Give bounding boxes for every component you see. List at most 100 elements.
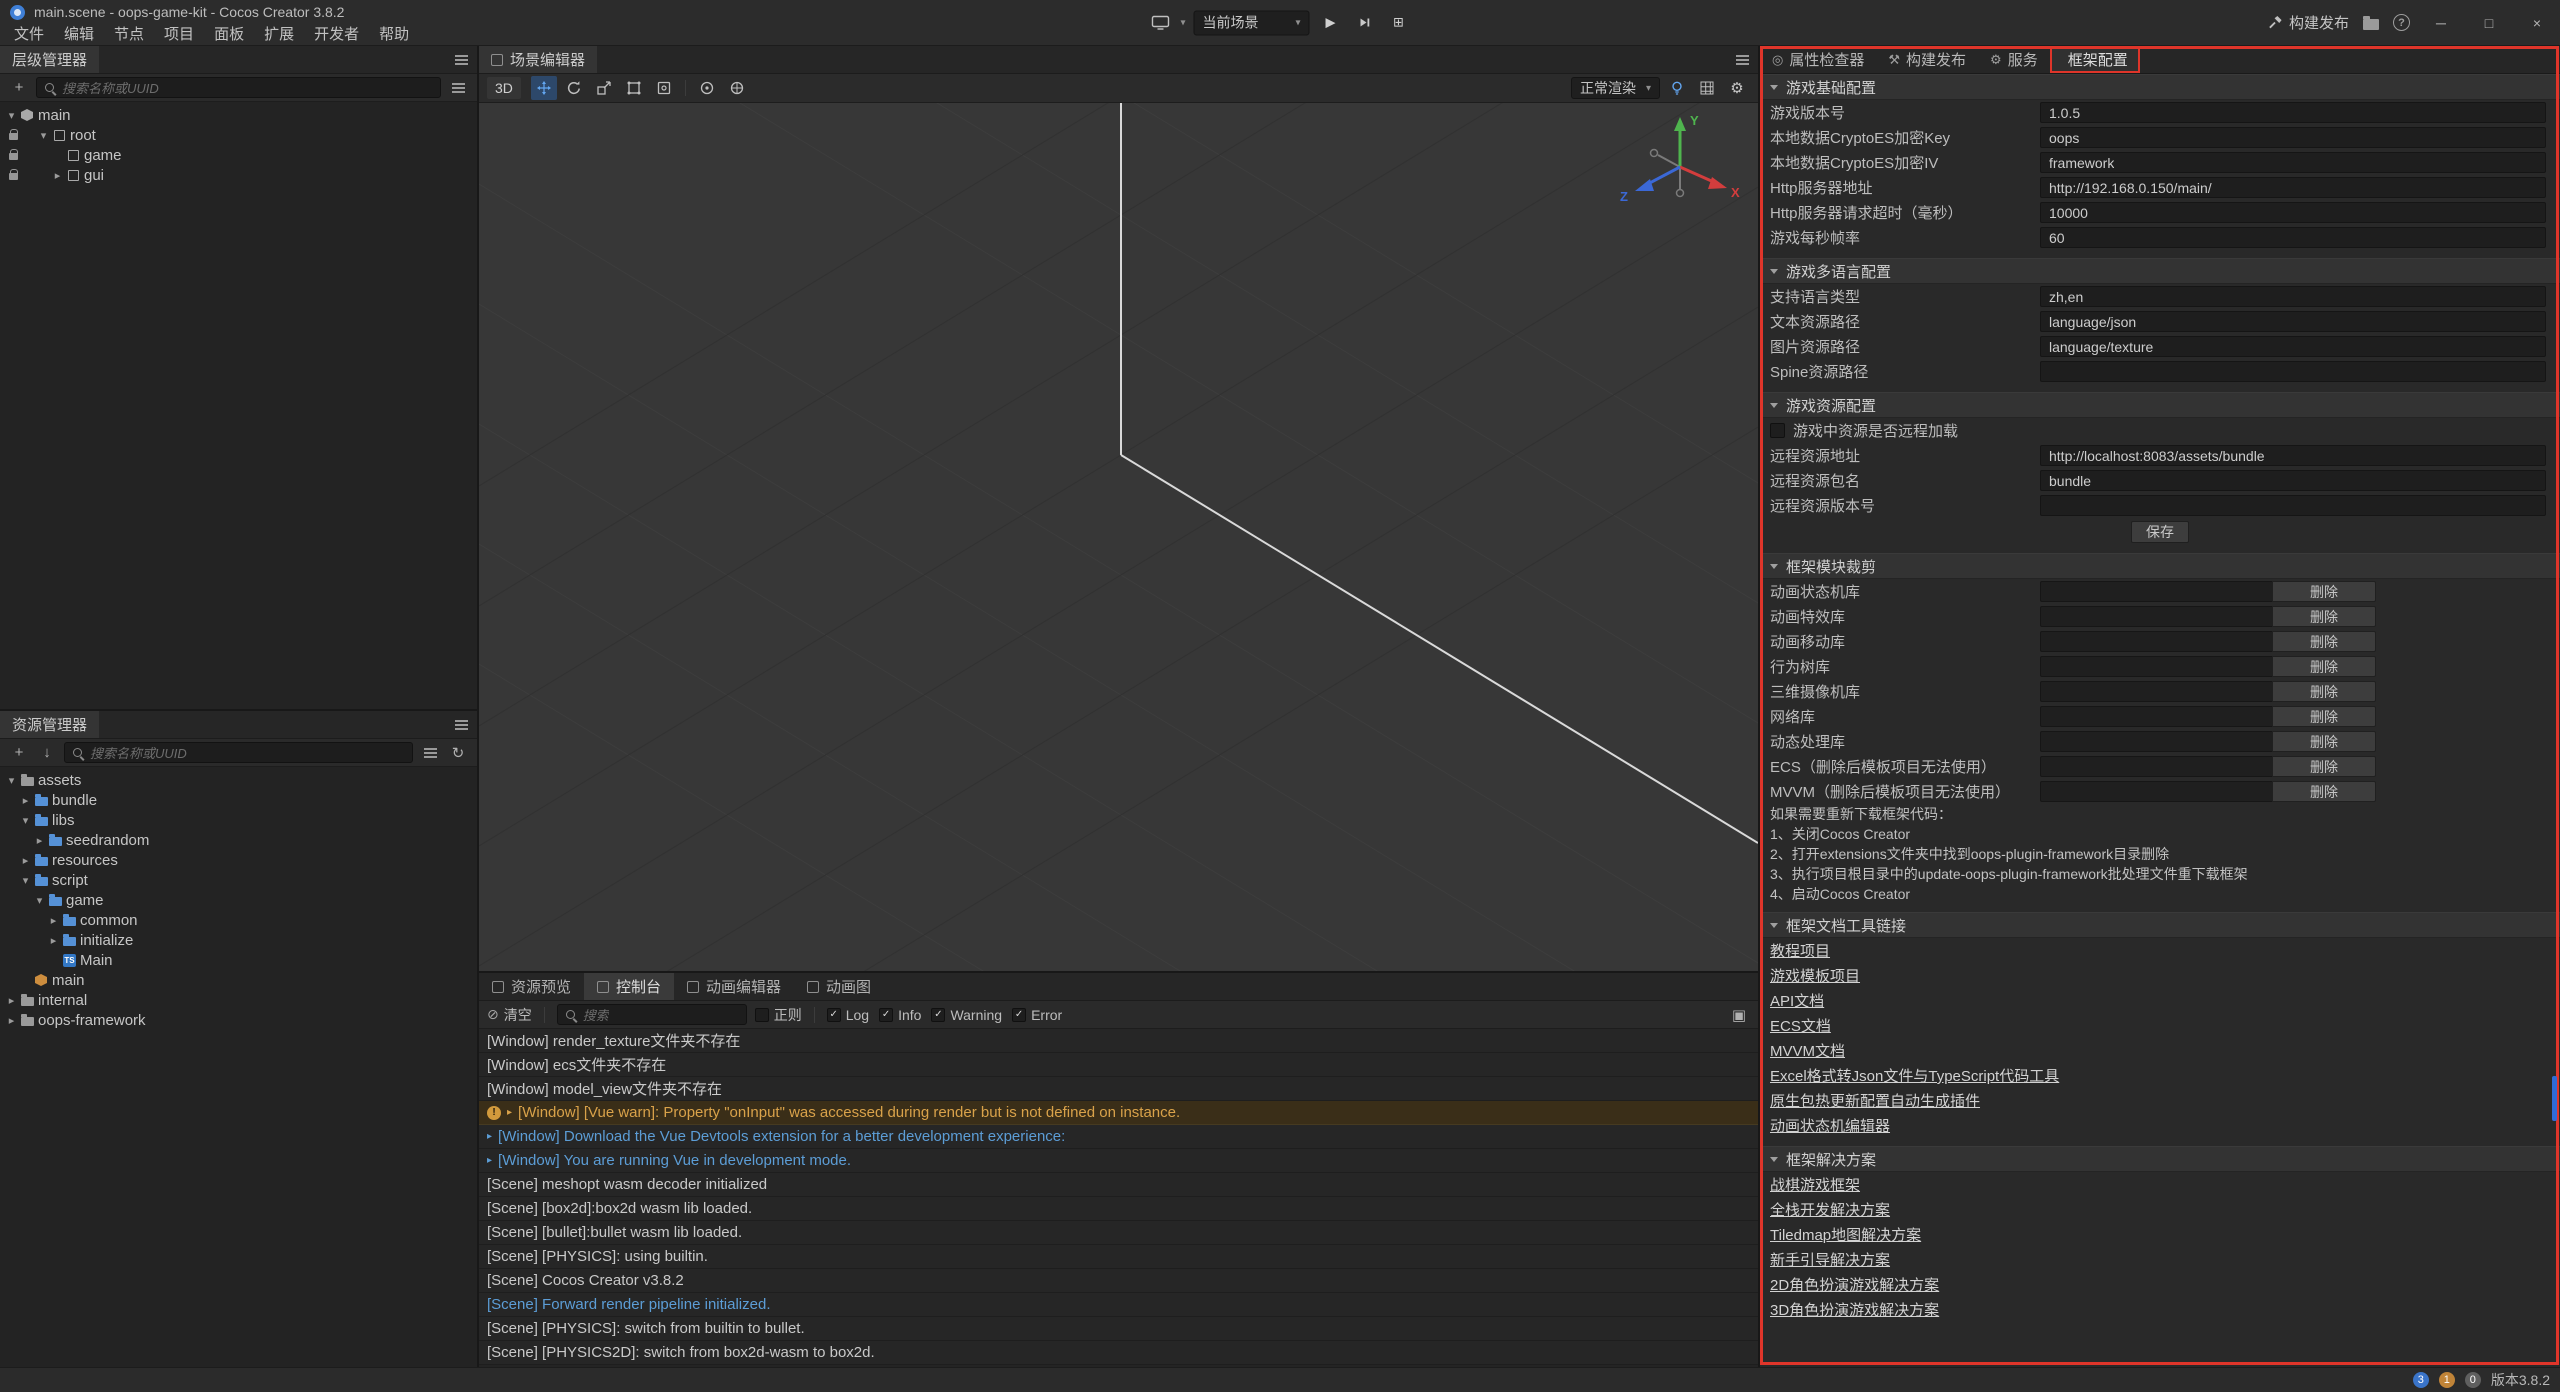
bottom-panel-tab[interactable]: 控制台	[584, 973, 674, 1000]
preview-device-icon[interactable]	[1148, 11, 1172, 35]
text-input[interactable]: language/texture	[2040, 336, 2546, 357]
lock-icon[interactable]	[4, 170, 22, 180]
bottom-panel-tab[interactable]: 动画编辑器	[674, 973, 794, 1000]
expand-arrow-icon[interactable]	[4, 1014, 19, 1027]
asset-row[interactable]: libs	[0, 810, 477, 830]
project-folder-icon[interactable]	[2363, 19, 2379, 30]
log-entry[interactable]: ! ▸ [Window] [Vue warn]: Property "onInp…	[479, 1101, 1758, 1125]
scale-tool-button[interactable]	[591, 76, 617, 100]
hierarchy-node-row[interactable]: main	[0, 105, 477, 125]
section-header[interactable]: 框架模块裁剪	[1760, 553, 2560, 579]
delete-module-button[interactable]: 删除	[2272, 706, 2376, 727]
close-button[interactable]: ×	[2520, 8, 2554, 38]
help-icon[interactable]: ?	[2393, 14, 2410, 31]
expand-arrow-icon[interactable]	[46, 934, 61, 947]
asset-row[interactable]: assets	[0, 770, 477, 790]
move-tool-button[interactable]	[531, 76, 557, 100]
scene-settings-gear-icon[interactable]: ⚙	[1724, 76, 1750, 100]
log-entry[interactable]: ! ▸ [Window] model_view文件夹不存在	[479, 1077, 1758, 1101]
rotate-tool-button[interactable]	[561, 76, 587, 100]
log-entry[interactable]: ! ▸ [Window] You are running Vue in deve…	[479, 1149, 1758, 1173]
log-entry[interactable]: ! ▸ [Scene] Forward render pipeline init…	[479, 1293, 1758, 1317]
regex-toggle[interactable]: 正则	[755, 1005, 802, 1025]
text-input[interactable]: zh,en	[2040, 286, 2546, 307]
preview-window-grid-icon[interactable]: ⊞	[1386, 11, 1412, 35]
scene-viewport[interactable]: Y X Z	[479, 103, 1758, 971]
expand-arrow-icon[interactable]	[4, 994, 19, 1007]
transform-gizmo-button[interactable]	[651, 76, 677, 100]
delete-module-button[interactable]: 删除	[2272, 606, 2376, 627]
inspector-tab[interactable]: 属性检查器	[1760, 46, 1876, 73]
build-publish-button[interactable]: 构建发布	[2268, 12, 2349, 33]
expand-arrow-icon[interactable]	[18, 814, 33, 827]
asset-row[interactable]: seedrandom	[0, 830, 477, 850]
log-entry[interactable]: ! ▸ [Scene] [PHYSICS]: switch from built…	[479, 1317, 1758, 1341]
solution-link[interactable]: 全栈开发解决方案	[1770, 1199, 1890, 1220]
menu-item[interactable]: 开发者	[304, 23, 369, 44]
text-input[interactable]	[2040, 495, 2546, 516]
text-input[interactable]	[2040, 361, 2546, 382]
scene-light-toggle[interactable]	[1664, 76, 1690, 100]
log-entry[interactable]: ! ▸ [Scene] Cocos Creator v3.8.2	[479, 1269, 1758, 1293]
delete-module-button[interactable]: 删除	[2272, 756, 2376, 777]
asset-row[interactable]: game	[0, 890, 477, 910]
lock-icon[interactable]	[4, 150, 22, 160]
doc-link[interactable]: Excel格式转Json文件与TypeScript代码工具	[1770, 1065, 2059, 1086]
inspector-tab[interactable]: 服务	[1978, 46, 2050, 73]
menu-item[interactable]: 扩展	[254, 23, 304, 44]
scene-grid-toggle[interactable]	[1694, 76, 1720, 100]
bottom-panel-tab[interactable]: 资源预览	[479, 973, 584, 1000]
expand-icon[interactable]: ▸	[507, 1107, 512, 1118]
asset-row[interactable]: initialize	[0, 930, 477, 950]
text-input[interactable]: http://192.168.0.150/main/	[2040, 177, 2546, 198]
create-asset-button[interactable]: +	[8, 742, 30, 764]
log-entry[interactable]: ! ▸ [Scene] [bullet]:bullet wasm lib loa…	[479, 1221, 1758, 1245]
asset-row[interactable]: Main	[0, 950, 477, 970]
solution-link[interactable]: 战棋游戏框架	[1770, 1174, 1860, 1195]
collapse-logs-icon[interactable]: ▣	[1728, 1004, 1750, 1026]
preview-device-chevron-icon[interactable]: ▾	[1180, 17, 1185, 28]
remote-load-checkbox[interactable]	[1770, 423, 1785, 438]
create-node-button[interactable]: +	[8, 77, 30, 99]
log-entry[interactable]: ! ▸ [Scene] [box2d]:box2d wasm lib loade…	[479, 1197, 1758, 1221]
assets-search-input[interactable]: 搜索名称或UUID	[64, 742, 413, 763]
solution-link[interactable]: Tiledmap地图解决方案	[1770, 1224, 1921, 1245]
expand-arrow-icon[interactable]	[4, 774, 19, 787]
delete-module-button[interactable]: 删除	[2272, 581, 2376, 602]
orientation-gizmo[interactable]: Y X Z	[1610, 109, 1750, 229]
play-button[interactable]: ▶	[1318, 11, 1344, 35]
regex-checkbox[interactable]	[755, 1008, 769, 1022]
save-button[interactable]: 保存	[2131, 521, 2189, 543]
delete-module-button[interactable]: 删除	[2272, 681, 2376, 702]
bottom-panel-tab[interactable]: 动画图	[794, 973, 884, 1000]
doc-link[interactable]: MVVM文档	[1770, 1040, 1845, 1061]
expand-arrow-icon[interactable]	[4, 109, 19, 122]
section-header[interactable]: 游戏多语言配置	[1760, 258, 2560, 284]
solution-link[interactable]: 2D角色扮演游戏解决方案	[1770, 1274, 1939, 1295]
text-input[interactable]: 10000	[2040, 202, 2546, 223]
console-search-input[interactable]: 搜索	[557, 1004, 747, 1025]
section-header[interactable]: 框架解决方案	[1760, 1146, 2560, 1172]
scene-panel-tab[interactable]: 场景编辑器	[479, 46, 597, 73]
panel-menu-icon[interactable]	[1726, 46, 1758, 73]
projection-3d-button[interactable]: 3D	[487, 77, 521, 99]
asset-row[interactable]: oops-framework	[0, 1010, 477, 1030]
text-input[interactable]: 1.0.5	[2040, 102, 2546, 123]
expand-arrow-icon[interactable]	[50, 169, 65, 182]
section-header[interactable]: 框架文档工具链接	[1760, 912, 2560, 938]
text-input[interactable]: http://localhost:8083/assets/bundle	[2040, 445, 2546, 466]
solution-link[interactable]: 新手引导解决方案	[1770, 1249, 1890, 1270]
expand-arrow-icon[interactable]	[36, 129, 51, 142]
inspector-tab[interactable]: 框架配置	[2050, 46, 2140, 73]
section-header[interactable]: 游戏基础配置	[1760, 74, 2560, 100]
log-entry[interactable]: ! ▸ [Window] Download the Vue Devtools e…	[479, 1125, 1758, 1149]
log-entry[interactable]: ! ▸ [Scene] [PHYSICS]: using builtin.	[479, 1245, 1758, 1269]
expand-arrow-icon[interactable]	[46, 914, 61, 927]
panel-menu-icon[interactable]	[445, 46, 477, 73]
menu-item[interactable]: 项目	[154, 23, 204, 44]
log-filter-checkbox[interactable]: ✓ Log	[827, 1007, 869, 1023]
error-count-badge[interactable]: 0	[2465, 1372, 2481, 1388]
expand-arrow-icon[interactable]	[18, 874, 33, 887]
menu-item[interactable]: 面板	[204, 23, 254, 44]
assets-panel-tab[interactable]: 资源管理器	[0, 711, 99, 738]
